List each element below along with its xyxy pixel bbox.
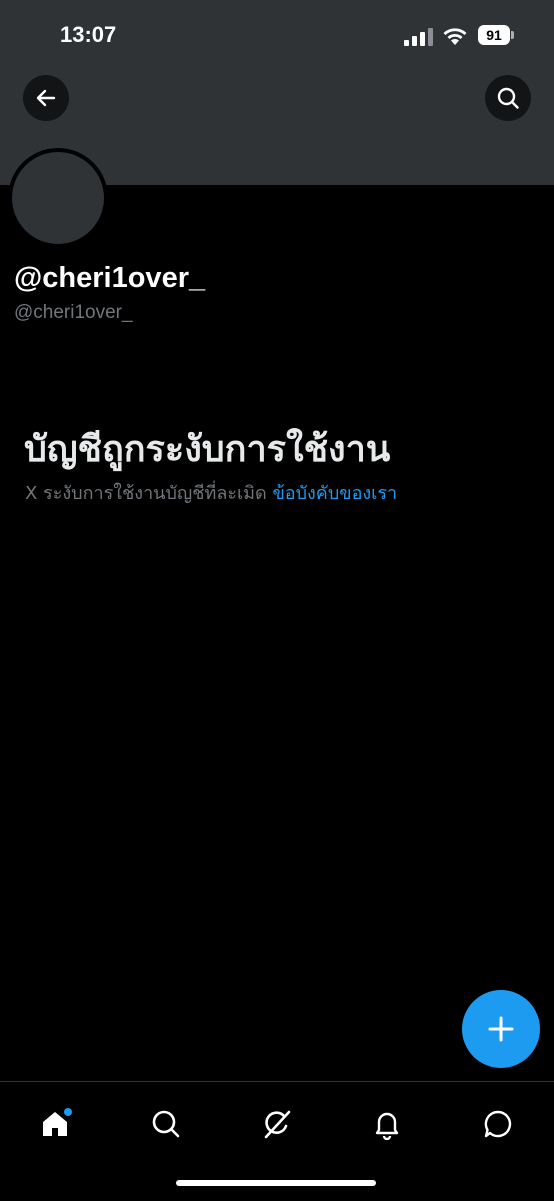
grok-icon [264, 1110, 291, 1139]
back-button[interactable] [23, 75, 69, 121]
avatar[interactable] [8, 148, 108, 248]
nav-messages[interactable] [474, 1100, 522, 1148]
search-button[interactable] [485, 75, 531, 121]
suspended-message: X ระงับการใช้งานบัญชีที่ละเมิด ข้อบังคับ… [25, 478, 397, 507]
battery-level: 91 [478, 25, 510, 45]
profile-handle: @cheri1over_ [14, 302, 133, 323]
home-indicator [176, 1180, 376, 1186]
arrow-left-icon [36, 89, 56, 107]
rules-link[interactable]: ข้อบังคับของเรา [272, 483, 397, 504]
wifi-icon [443, 28, 467, 45]
nav-search[interactable] [142, 1100, 190, 1148]
nav-grok[interactable] [253, 1100, 301, 1148]
nav-notifications[interactable] [363, 1100, 411, 1148]
message-icon [484, 1110, 512, 1138]
profile-display-name: @cheri1over_ [14, 262, 206, 294]
search-icon [152, 1110, 180, 1138]
status-time: 13:07 [60, 22, 117, 47]
home-badge [64, 1108, 72, 1116]
signal-icon [404, 28, 433, 46]
search-icon [497, 87, 519, 109]
bell-icon [375, 1112, 399, 1140]
compose-button[interactable] [462, 990, 540, 1068]
suspended-title: บัญชีถูกระงับการใช้งาน [24, 429, 391, 470]
nav-home[interactable] [31, 1100, 79, 1148]
battery-icon: 91 [478, 25, 516, 47]
battery-tip [511, 31, 514, 39]
plus-icon [488, 1016, 514, 1042]
suspended-message-text: X ระงับการใช้งานบัญชีที่ละเมิด [25, 483, 267, 504]
status-bar: 13:07 91 [0, 0, 554, 72]
